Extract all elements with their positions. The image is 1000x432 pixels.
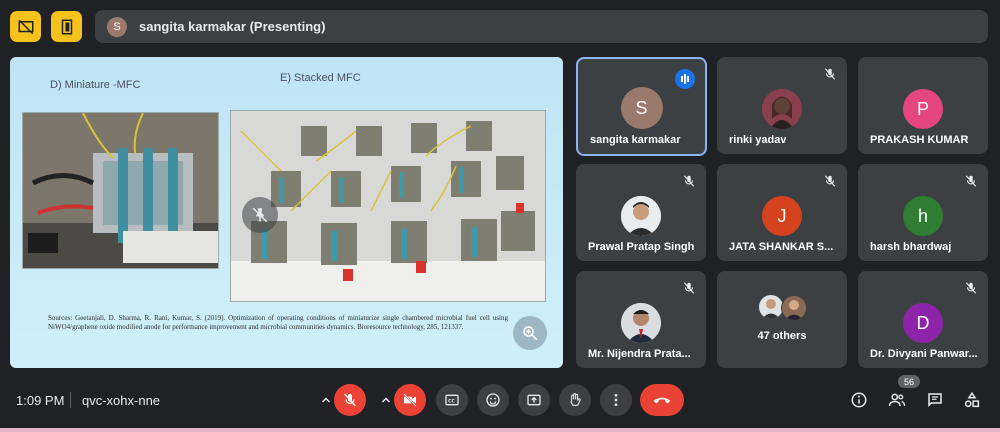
activities-button[interactable] — [961, 389, 983, 411]
call-end-icon — [653, 397, 671, 404]
speaking-indicator-icon — [675, 69, 695, 89]
more-options-button[interactable] — [600, 384, 632, 416]
participant-name: harsh bhardwaj — [870, 241, 952, 253]
hide-presentation-button[interactable] — [10, 11, 41, 42]
miniature-mfc-photo — [22, 112, 219, 269]
more-vert-icon — [614, 394, 618, 406]
layout-button[interactable] — [51, 11, 82, 42]
raise-hand-button[interactable] — [559, 384, 591, 416]
participant-count-badge: 56 — [898, 375, 920, 388]
mic-off-icon — [965, 175, 977, 187]
chevron-up-icon — [321, 397, 331, 403]
door-icon — [61, 19, 72, 34]
slide-label-miniature: D) Miniature -MFC — [50, 79, 141, 91]
participant-name: Dr. Divyani Panwar... — [870, 348, 978, 360]
reactions-button[interactable] — [477, 384, 509, 416]
participant-name: rinki yadav — [729, 134, 787, 146]
presenter-avatar: S — [107, 16, 127, 37]
participant-tile[interactable]: J JATA SHANKAR S... — [717, 164, 847, 261]
participant-tile[interactable]: S sangita karmakar — [576, 57, 707, 156]
slide-citation: Sources: Geetanjali, D. Sharma, R. Rani,… — [48, 314, 508, 331]
present-off-icon — [18, 19, 33, 34]
others-tile[interactable]: 47 others — [717, 271, 847, 368]
presenter-banner[interactable]: S sangita karmakar (Presenting) — [95, 10, 988, 43]
camera-toggle-button[interactable] — [394, 384, 426, 416]
mic-off-icon — [824, 68, 836, 80]
video-options-button[interactable] — [376, 390, 396, 410]
presentation-slide[interactable]: D) Miniature -MFC E) Stacked MFC Sources… — [10, 57, 563, 368]
info-icon — [851, 392, 867, 408]
others-avatar — [759, 295, 783, 319]
participant-tile[interactable]: D Dr. Divyani Panwar... — [858, 271, 988, 368]
participant-tile[interactable]: h harsh bhardwaj — [858, 164, 988, 261]
participant-name: Prawal Pratap Singh — [588, 241, 695, 253]
people-icon — [888, 393, 906, 407]
slide-label-stacked: E) Stacked MFC — [280, 72, 361, 84]
avatar: h — [903, 196, 943, 236]
audio-options-button[interactable] — [316, 390, 336, 410]
leave-call-button[interactable] — [640, 384, 684, 416]
others-avatar — [781, 295, 807, 321]
participant-name: sangita karmakar — [590, 134, 681, 146]
participant-tile[interactable]: Mr. Nijendra Prata... — [576, 271, 706, 368]
avatar — [621, 303, 661, 343]
chat-icon — [928, 393, 942, 408]
hand-icon — [570, 393, 581, 406]
participant-tile[interactable]: P PRAKASH KUMAR — [858, 57, 988, 154]
presenter-text: sangita karmakar (Presenting) — [139, 19, 326, 34]
bottom-edge — [0, 428, 1000, 432]
zoom-button[interactable] — [513, 316, 547, 350]
unpin-icon — [252, 207, 268, 223]
chat-button[interactable] — [924, 389, 946, 411]
meeting-details-button[interactable] — [848, 389, 870, 411]
stacked-mfc-photo — [230, 110, 546, 302]
mic-off-icon — [683, 282, 695, 294]
captions-button[interactable]: CC — [436, 384, 468, 416]
present-screen-icon — [527, 394, 541, 406]
avatar: P — [903, 89, 943, 129]
mic-toggle-button[interactable] — [334, 384, 366, 416]
avatar — [762, 89, 802, 129]
people-button[interactable] — [886, 389, 908, 411]
participant-tile[interactable]: rinki yadav — [717, 57, 847, 154]
camera-off-icon — [403, 393, 417, 407]
mic-off-icon — [965, 282, 977, 294]
mic-off-icon — [344, 393, 356, 407]
emoji-icon — [486, 393, 500, 407]
participant-tile[interactable]: Prawal Pratap Singh — [576, 164, 706, 261]
divider — [70, 392, 71, 408]
present-screen-button[interactable] — [518, 384, 550, 416]
activities-icon — [964, 391, 980, 408]
avatar: D — [903, 303, 943, 343]
pin-toggle[interactable] — [242, 197, 278, 233]
svg-text:CC: CC — [448, 398, 455, 404]
avatar: S — [620, 87, 663, 129]
clock-time: 1:09 PM — [16, 393, 65, 408]
mic-off-icon — [824, 175, 836, 187]
captions-icon: CC — [445, 394, 459, 406]
meeting-code: qvc-xohx-nne — [82, 393, 161, 408]
participant-name: PRAKASH KUMAR — [870, 134, 969, 146]
zoom-in-icon — [523, 326, 538, 341]
participant-name: Mr. Nijendra Prata... — [588, 348, 691, 360]
chevron-up-icon — [381, 397, 391, 403]
mic-off-icon — [683, 175, 695, 187]
others-count-label: 47 others — [757, 330, 807, 342]
avatar — [621, 196, 661, 236]
participant-name: JATA SHANKAR S... — [729, 241, 834, 253]
avatar: J — [762, 196, 802, 236]
